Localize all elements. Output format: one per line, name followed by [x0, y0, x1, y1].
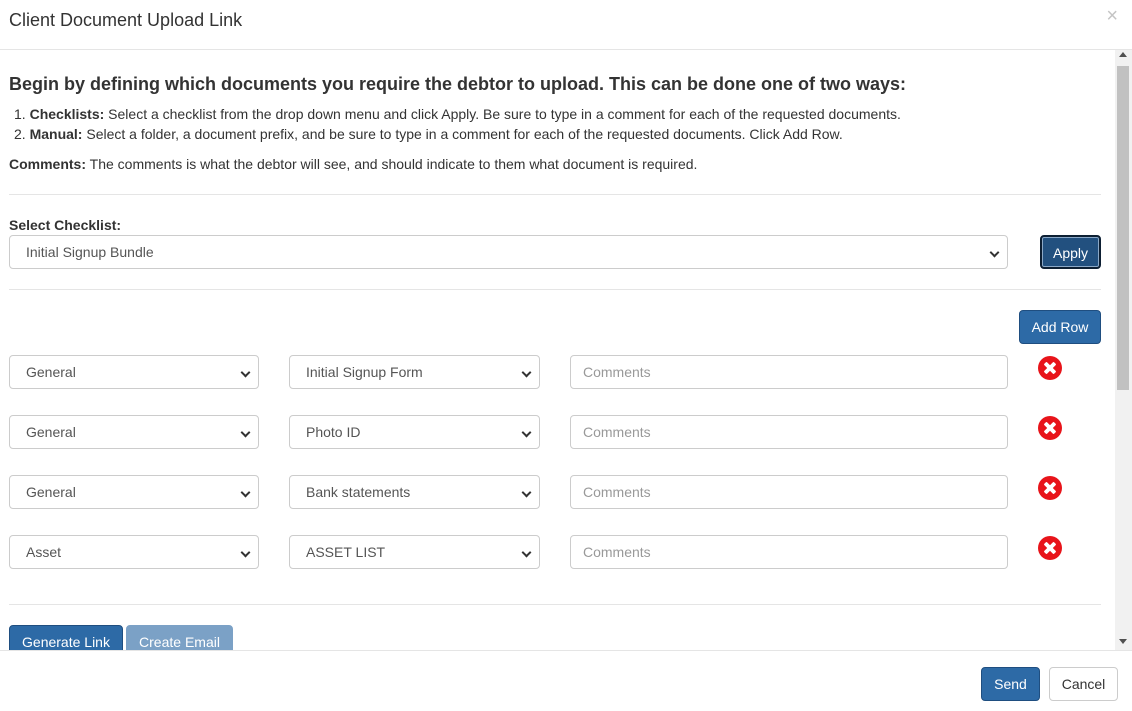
generate-link-button[interactable]: Generate Link — [9, 625, 123, 650]
checklist-label: Select Checklist: — [9, 217, 122, 233]
remove-row-icon[interactable] — [1038, 536, 1062, 560]
instruction-item-manual: 2. Manual: Select a folder, a document p… — [14, 126, 843, 142]
checklist-select[interactable]: Initial Signup Bundle — [9, 235, 1008, 269]
remove-row-icon[interactable] — [1038, 416, 1062, 440]
chevron-down-icon — [240, 487, 251, 498]
comment-input[interactable] — [570, 415, 1008, 449]
folder-select[interactable]: General — [9, 415, 259, 449]
remove-row-icon[interactable] — [1038, 356, 1062, 380]
modal-body: Begin by defining which documents you re… — [0, 50, 1132, 650]
modal-footer: Send Cancel — [0, 650, 1132, 711]
document-select[interactable]: Bank statements — [289, 475, 540, 509]
chevron-down-icon — [521, 367, 532, 378]
folder-select[interactable]: Asset — [9, 535, 259, 569]
chevron-down-icon — [521, 427, 532, 438]
folder-select[interactable]: General — [9, 475, 259, 509]
close-icon[interactable]: × — [1106, 6, 1118, 26]
scroll-thumb[interactable] — [1117, 66, 1129, 390]
comment-input[interactable] — [570, 475, 1008, 509]
cancel-button[interactable]: Cancel — [1049, 667, 1118, 701]
chevron-down-icon — [240, 367, 251, 378]
apply-button[interactable]: Apply — [1040, 235, 1101, 269]
comments-note: Comments: The comments is what the debto… — [9, 156, 698, 172]
chevron-down-icon — [521, 547, 532, 558]
modal-header: Client Document Upload Link × — [0, 0, 1132, 50]
divider — [9, 604, 1101, 605]
document-select[interactable]: Initial Signup Form — [289, 355, 540, 389]
chevron-down-icon — [240, 427, 251, 438]
document-select[interactable]: Photo ID — [289, 415, 540, 449]
instruction-item-checklists: 1. Checklists: Select a checklist from t… — [14, 106, 901, 122]
chevron-down-icon — [521, 487, 532, 498]
comment-input[interactable] — [570, 535, 1008, 569]
instructions-heading: Begin by defining which documents you re… — [9, 74, 907, 94]
send-button[interactable]: Send — [981, 667, 1040, 701]
scrollbar[interactable] — [1115, 50, 1132, 650]
remove-row-icon[interactable] — [1038, 476, 1062, 500]
comment-input[interactable] — [570, 355, 1008, 389]
modal-title: Client Document Upload Link — [9, 10, 243, 30]
scroll-up-icon[interactable] — [1119, 52, 1127, 57]
scroll-down-icon[interactable] — [1119, 639, 1127, 644]
chevron-down-icon — [240, 547, 251, 558]
folder-select[interactable]: General — [9, 355, 259, 389]
divider — [9, 194, 1101, 195]
create-email-button[interactable]: Create Email — [126, 625, 233, 650]
add-row-button[interactable]: Add Row — [1019, 310, 1101, 344]
document-select[interactable]: ASSET LIST — [289, 535, 540, 569]
divider — [9, 289, 1101, 290]
chevron-down-icon — [989, 247, 1000, 258]
